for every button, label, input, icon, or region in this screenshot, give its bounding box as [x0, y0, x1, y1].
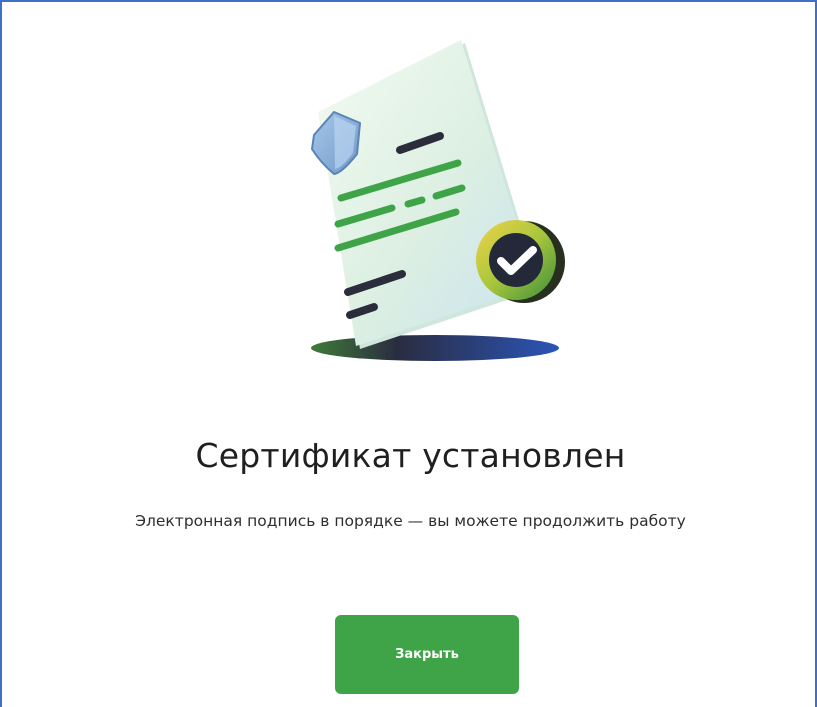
document-shadow — [311, 335, 559, 361]
certificate-illustration — [311, 40, 565, 361]
dialog-message: Электронная подпись в порядке — вы может… — [135, 512, 686, 530]
dialog-window: Сертификат установлен Электронная подпис… — [0, 0, 817, 707]
close-button[interactable]: Закрыть — [335, 615, 519, 694]
document-icon — [318, 40, 540, 349]
dialog-title: Сертификат установлен — [195, 436, 626, 475]
